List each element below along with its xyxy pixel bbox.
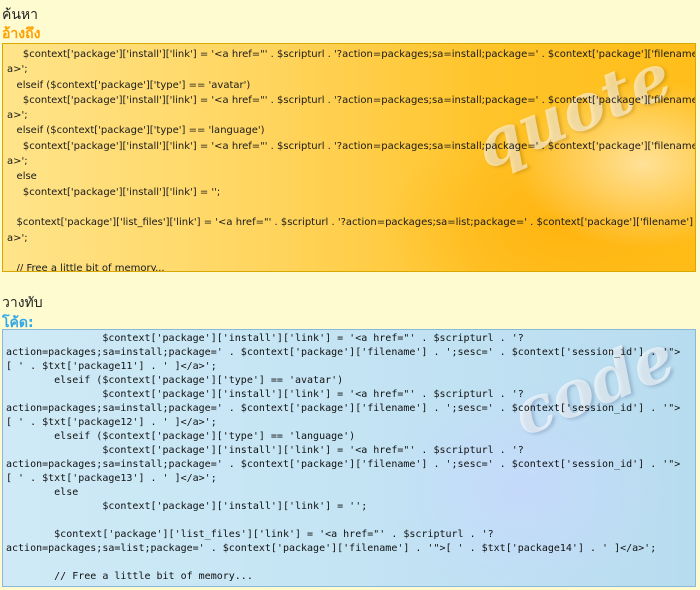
- quote-line: a>';: [7, 156, 28, 168]
- code-line: $context['package']['install']['link'] =…: [6, 389, 524, 400]
- code-line: action=packages;sa=install;package=' . $…: [6, 459, 681, 470]
- quote-line: elseif ($context['package']['type'] == '…: [7, 125, 265, 137]
- code-line: elseif ($context['package']['type'] == '…: [6, 431, 356, 442]
- code-line: elseif ($context['package']['type'] == '…: [6, 375, 344, 386]
- quote-line: elseif ($context['package']['type'] == '…: [7, 79, 251, 91]
- code-line: action=packages;sa=list;package=' . $con…: [6, 543, 657, 554]
- quote-line: $context['package']['install']['link'] =…: [22, 49, 696, 60]
- code-box: code $context['package']['install']['lin…: [2, 329, 696, 587]
- code-line: $context['package']['install']['link'] =…: [6, 333, 524, 344]
- quote-content[interactable]: $context['package']['install']['link'] =…: [3, 44, 696, 272]
- quote-line: a>';: [7, 110, 28, 122]
- code-line: [ ' . $txt['package13'] . ' ]</a>';: [6, 473, 217, 484]
- quote-line: [7, 246, 691, 261]
- quote-line: $context['package']['install']['link'] =…: [22, 140, 696, 152]
- code-line: $context['package']['install']['link'] =…: [6, 445, 524, 456]
- quote-line: a>';: [7, 64, 28, 76]
- quote-line: $context['package']['install']['link'] =…: [7, 186, 221, 198]
- code-line: [ ' . $txt['package11'] . ' ]</a>';: [6, 361, 217, 372]
- code-line: action=packages;sa=install;package=' . $…: [6, 403, 681, 414]
- code-line: // Free a little bit of memory...: [6, 571, 253, 582]
- quote-box: quote $context['package']['install']['li…: [2, 43, 696, 272]
- quote-line: $context['package']['install']['link'] =…: [22, 94, 696, 106]
- quote-line: [7, 200, 691, 215]
- code-line: [ ' . $txt['package12'] . ' ]</a>';: [6, 417, 217, 428]
- code-line: else: [6, 487, 79, 498]
- quote-label: อ้างถึง: [2, 26, 41, 42]
- quote-line: // Free a little bit of memory...: [7, 263, 165, 272]
- paste-heading: วางทับ: [2, 295, 43, 311]
- code-line: $context['package']['list_files']['link'…: [6, 529, 494, 540]
- code-line: action=packages;sa=install;package=' . $…: [6, 347, 681, 358]
- quote-line: a>';: [7, 232, 28, 244]
- code-content[interactable]: $context['package']['install']['link'] =…: [3, 330, 695, 584]
- quote-line: $context['package']['list_files']['link'…: [16, 217, 693, 229]
- quote-line: else: [7, 171, 37, 183]
- code-line: $context['package']['install']['link'] =…: [6, 501, 368, 512]
